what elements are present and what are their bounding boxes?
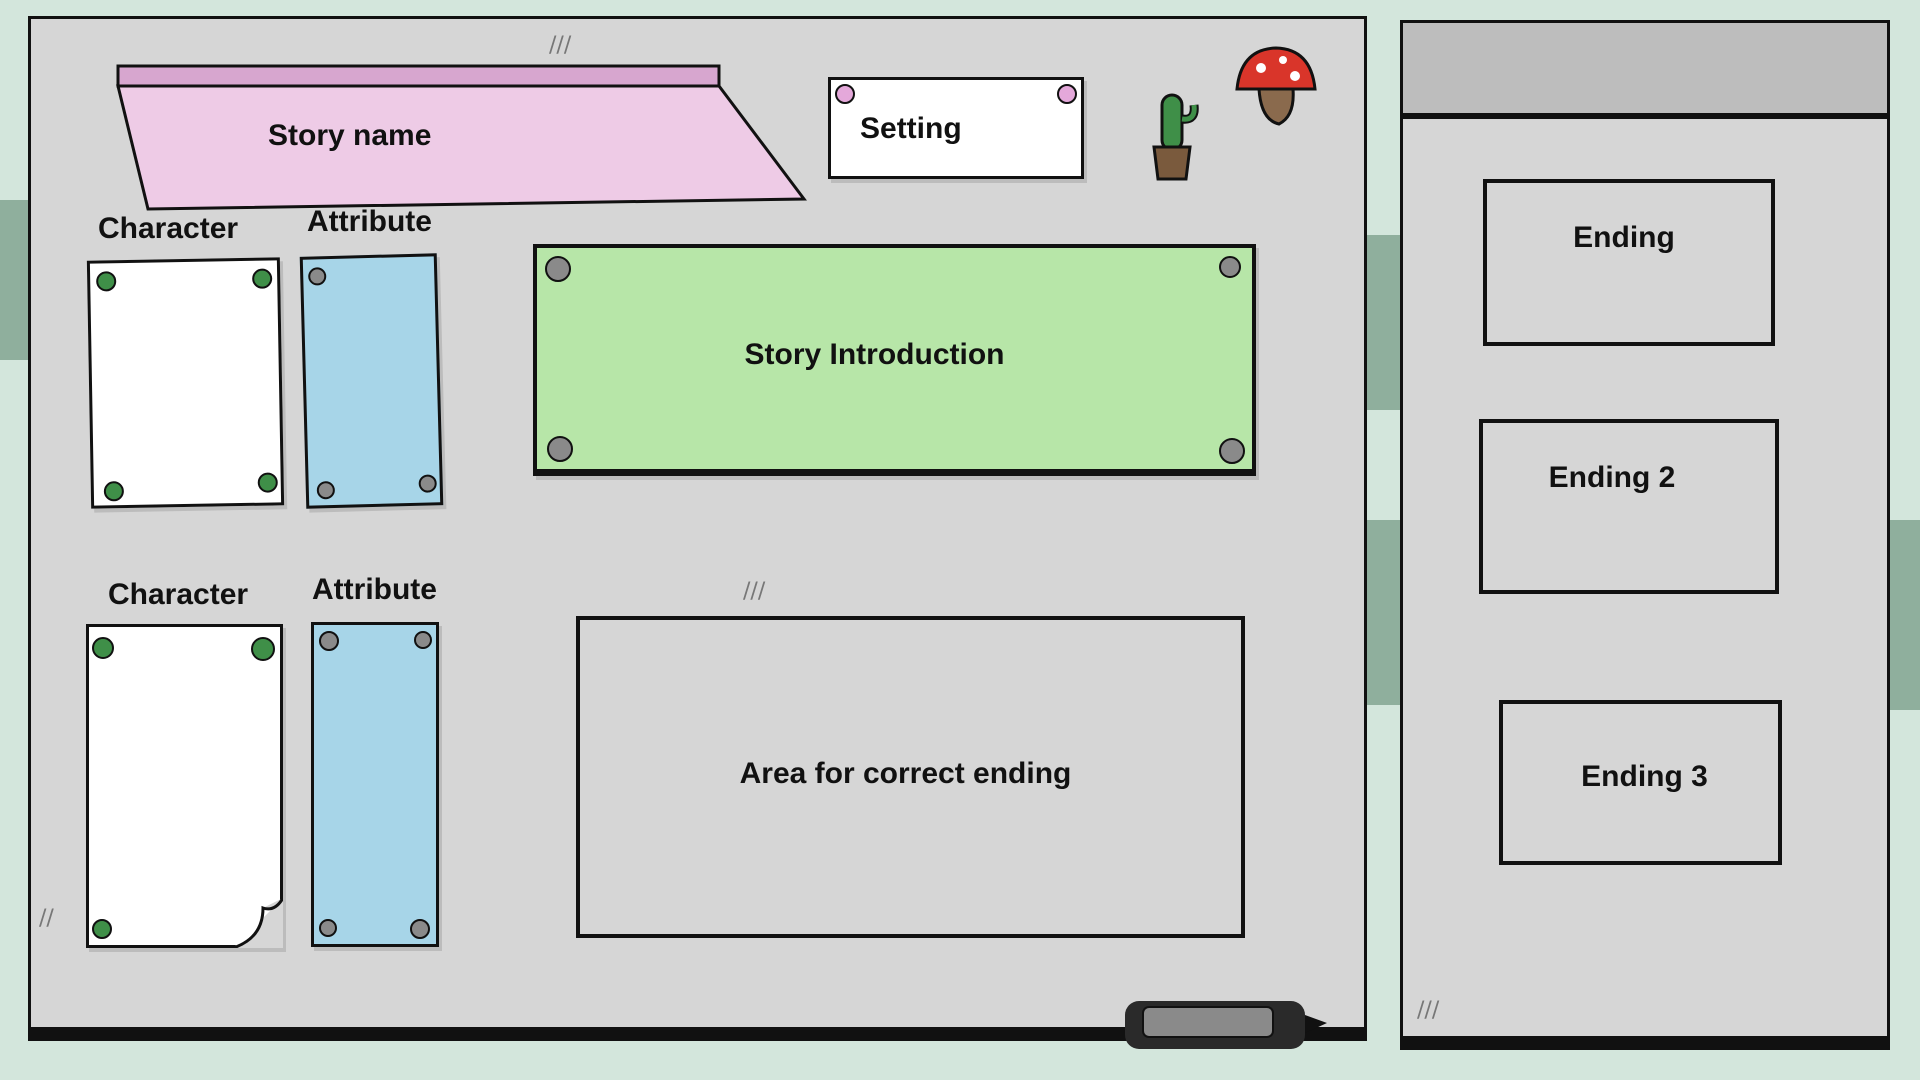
story-introduction-label: Story Introduction xyxy=(744,338,1005,371)
pushpin-icon xyxy=(92,637,114,659)
ending-label-3: Ending 3 xyxy=(1581,760,1708,793)
endings-panel-header xyxy=(1403,23,1887,119)
story-introduction-card[interactable]: Story Introduction xyxy=(533,244,1256,476)
attribute-label-2: Attribute xyxy=(312,573,437,606)
attribute-card-1[interactable] xyxy=(299,253,444,509)
scratch-mark: // xyxy=(39,906,54,931)
pushpin-icon xyxy=(1057,84,1077,104)
ending-card-2[interactable]: Ending 2 xyxy=(1479,419,1779,594)
curled-corner-icon xyxy=(233,898,283,948)
ending-label-2: Ending 2 xyxy=(1548,461,1676,494)
pushpin-icon xyxy=(257,472,278,493)
pushpin-icon xyxy=(319,631,339,651)
pushpin-icon xyxy=(1219,438,1245,464)
story-name-label: Story name xyxy=(268,119,432,152)
pushpin-icon xyxy=(545,256,571,282)
pushpin-icon xyxy=(410,919,430,939)
pushpin-icon xyxy=(1219,256,1241,278)
character-card-2[interactable] xyxy=(86,624,283,948)
ending-label-1: Ending xyxy=(1573,221,1675,254)
ending-card-3[interactable]: Ending 3 xyxy=(1499,700,1782,865)
scratch-mark: /// xyxy=(1417,998,1440,1023)
endings-panel: Ending Ending 2 Ending 3 /// xyxy=(1400,20,1890,1050)
attribute-label-1: Attribute xyxy=(307,205,432,238)
pushpin-icon xyxy=(103,481,125,502)
scratch-mark: /// xyxy=(549,33,572,58)
cactus-icon[interactable] xyxy=(1146,91,1206,186)
pushpin-icon xyxy=(92,919,112,939)
scratch-mark: /// xyxy=(743,579,766,604)
character-label-2: Character xyxy=(108,578,249,611)
pushpin-icon xyxy=(252,268,273,289)
character-label-1: Character xyxy=(98,212,239,245)
background-shape xyxy=(0,200,30,360)
pushpin-icon xyxy=(414,631,432,649)
pushpin-icon xyxy=(835,84,855,104)
background-shape xyxy=(1890,520,1920,710)
background-shape xyxy=(1367,520,1403,705)
mushroom-icon[interactable] xyxy=(1231,44,1321,134)
pushpin-icon xyxy=(308,267,327,286)
pushpin-icon xyxy=(316,481,336,500)
ending-card-1[interactable]: Ending xyxy=(1483,179,1775,346)
pushpin-icon xyxy=(251,637,275,661)
setting-card[interactable]: Setting xyxy=(828,77,1084,179)
marker-icon[interactable] xyxy=(1121,997,1333,1053)
setting-label: Setting xyxy=(860,112,962,145)
story-name-banner[interactable] xyxy=(116,64,816,224)
background-shape xyxy=(1367,235,1403,410)
story-board: Story name Setting Character Attribute S… xyxy=(28,16,1367,1049)
pushpin-icon xyxy=(96,271,117,292)
correct-ending-label: Area for correct ending xyxy=(739,757,1072,790)
character-card-1[interactable] xyxy=(86,257,285,509)
pushpin-icon xyxy=(319,919,337,937)
correct-ending-drop-area[interactable]: Area for correct ending xyxy=(576,616,1245,938)
attribute-card-2[interactable] xyxy=(311,622,439,947)
pushpin-icon xyxy=(547,436,573,462)
pushpin-icon xyxy=(418,474,437,493)
